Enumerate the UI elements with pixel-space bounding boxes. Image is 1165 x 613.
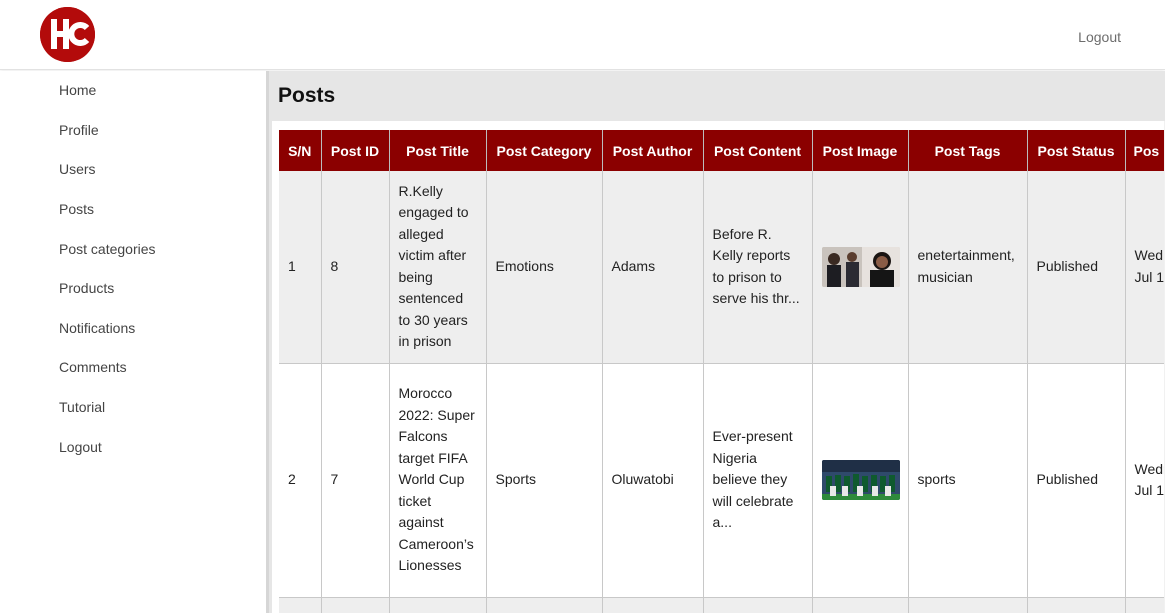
- cell-post-tags: enetertainment, musician: [908, 171, 1028, 364]
- cell-post-content: Before R. Kelly reports to prison to ser…: [703, 171, 813, 364]
- sidebar-item-profile[interactable]: Profile: [59, 122, 99, 138]
- col-header-post-status[interactable]: Post Status: [1027, 130, 1126, 171]
- col-header-post-author[interactable]: Post Author: [602, 130, 704, 171]
- col-header-post-date[interactable]: Pos: [1125, 130, 1165, 171]
- cell-post-id: 8: [321, 171, 390, 364]
- cell-sn: 1: [279, 171, 322, 364]
- hc-logo[interactable]: [40, 7, 95, 62]
- cell-post-title: R.Kelly engaged to alleged victim after …: [389, 171, 487, 364]
- col-header-post-image[interactable]: Post Image: [812, 130, 909, 171]
- posts-table: S/N Post ID Post Title Post Category Pos…: [279, 130, 1165, 613]
- photo-team-icon[interactable]: [821, 460, 900, 500]
- cell-post-status: Published: [1027, 171, 1126, 364]
- cell-post-image: [812, 363, 909, 598]
- cell-post-tags: sports: [908, 363, 1028, 598]
- sidebar-item-comments[interactable]: Comments: [59, 359, 127, 375]
- cell-post-title: Morocco 2022: Super Falcons target FIFA …: [389, 363, 487, 598]
- table-row[interactable]: 2 7 Morocco 2022: Super Falcons target F…: [279, 363, 1165, 598]
- photo-people-icon[interactable]: [821, 246, 900, 287]
- sidebar-item-posts[interactable]: Posts: [59, 201, 94, 217]
- cell-post-id: 7: [321, 363, 390, 598]
- cell-post-status: Published: [1027, 363, 1126, 598]
- cell-post-category: Emotions: [486, 171, 603, 364]
- cell-post-image: [812, 171, 909, 364]
- sidebar-item-home[interactable]: Home: [59, 82, 96, 98]
- cell-post-author: Oluwatobi: [602, 363, 704, 598]
- logout-link[interactable]: Logout: [1078, 29, 1121, 45]
- main-content: Posts S/N Post ID Post Title Post Catego…: [266, 71, 1165, 613]
- sidebar-item-products[interactable]: Products: [59, 280, 114, 296]
- sidebar: Home Profile Users Posts Post categories…: [0, 71, 266, 613]
- posts-table-container[interactable]: S/N Post ID Post Title Post Category Pos…: [272, 121, 1165, 613]
- col-header-post-title[interactable]: Post Title: [389, 130, 487, 171]
- sidebar-item-notifications[interactable]: Notifications: [59, 320, 135, 336]
- col-header-post-tags[interactable]: Post Tags: [908, 130, 1028, 171]
- table-row[interactable]: [279, 597, 1165, 613]
- logo-mark-icon: [40, 7, 95, 62]
- cell-post-author: Adams: [602, 171, 704, 364]
- col-header-post-category[interactable]: Post Category: [486, 130, 603, 171]
- table-row[interactable]: 1 8 R.Kelly engaged to alleged victim af…: [279, 171, 1165, 364]
- cell-post-category: Sports: [486, 363, 603, 598]
- sidebar-item-users[interactable]: Users: [59, 161, 96, 177]
- col-header-post-id[interactable]: Post ID: [321, 130, 390, 171]
- sidebar-item-post-categories[interactable]: Post categories: [59, 241, 156, 257]
- sidebar-item-tutorial[interactable]: Tutorial: [59, 399, 105, 415]
- page-title: Posts: [278, 84, 336, 107]
- top-navbar: Logout: [0, 0, 1165, 70]
- col-header-sn[interactable]: S/N: [279, 130, 322, 171]
- sidebar-item-logout[interactable]: Logout: [59, 439, 102, 455]
- cell-post-date: Wed Jul 1: [1125, 171, 1165, 364]
- cell-sn: 2: [279, 363, 322, 598]
- col-header-post-content[interactable]: Post Content: [703, 130, 813, 171]
- cell-post-content: Ever-present Nigeria believe they will c…: [703, 363, 813, 598]
- table-header-row: S/N Post ID Post Title Post Category Pos…: [279, 130, 1165, 171]
- cell-post-date: Wedr Jul 13: [1125, 363, 1165, 598]
